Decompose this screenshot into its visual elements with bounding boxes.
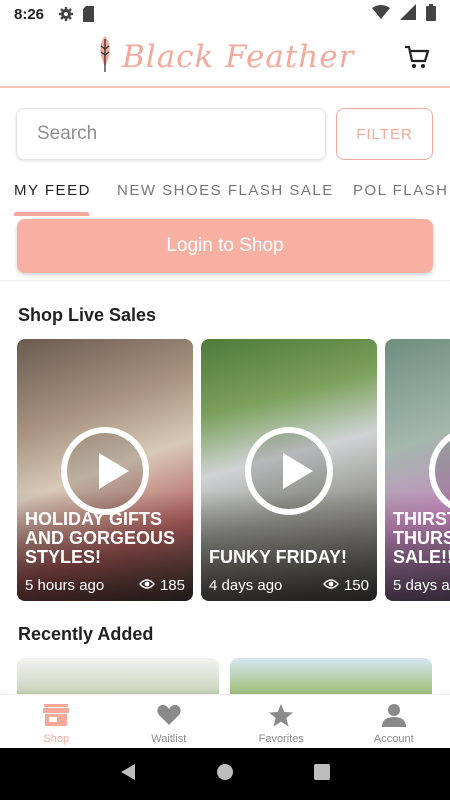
view-count: 185 (138, 577, 185, 594)
nav-shop[interactable]: Shop (0, 695, 113, 748)
play-icon[interactable] (245, 427, 333, 515)
live-sale-title: FUNKY FRIDAY! (209, 547, 348, 567)
sd-card-icon (82, 6, 95, 22)
app-header: Black Feather (0, 28, 450, 88)
nav-account[interactable]: Account (338, 695, 450, 748)
shop-live-sales-title: Shop Live Sales (18, 305, 157, 325)
recent-item-image[interactable] (17, 658, 219, 694)
battery-icon (426, 3, 436, 25)
live-sale-card[interactable]: THIRSTY THURSDAY SALE!!! 5 days ago (385, 339, 450, 601)
recently-added-title: Recently Added (18, 624, 154, 644)
search-placeholder: Search (37, 123, 98, 144)
settings-icon (58, 6, 74, 22)
tab-new-shoes-flash-sale[interactable]: NEW SHOES FLASH SALE (117, 182, 334, 199)
live-sale-card[interactable]: HOLIDAY GIFTS AND GORGEOUS STYLES! 5 hou… (17, 339, 193, 601)
star-icon (268, 703, 294, 733)
filter-button[interactable]: FILTER (336, 108, 433, 160)
live-sale-time: 5 hours ago (25, 577, 105, 594)
live-sale-time: 4 days ago (209, 577, 283, 594)
bottom-nav: Shop Waitlist Favorites Account (0, 694, 450, 748)
view-count: 150 (322, 577, 369, 594)
back-icon[interactable] (119, 763, 137, 786)
wifi-icon (372, 5, 390, 23)
live-sale-title: THIRSTY THURSDAY SALE!!! (393, 509, 450, 567)
feather-icon (98, 36, 112, 77)
recently-added-list[interactable] (17, 658, 450, 694)
nav-waitlist-label: Waitlist (151, 732, 187, 745)
status-bar: 8:26 (0, 0, 450, 28)
live-sale-time: 5 days ago (393, 577, 450, 594)
active-tab-indicator (14, 212, 89, 216)
login-to-shop-button[interactable]: Login to Shop (17, 219, 433, 273)
live-sale-meta: 5 hours ago 185 (25, 577, 185, 594)
eye-icon (138, 577, 156, 594)
feed-tabs: MY FEED NEW SHOES FLASH SALE POL FLASH (0, 176, 450, 216)
brand-logo: Black Feather (98, 36, 354, 77)
brand-name: Black Feather (122, 38, 355, 75)
signal-icon (400, 4, 416, 24)
view-count-value: 185 (159, 577, 185, 594)
nav-favorites[interactable]: Favorites (225, 695, 338, 748)
section-divider (0, 280, 450, 281)
nav-waitlist[interactable]: Waitlist (113, 695, 226, 748)
nav-account-label: Account (373, 732, 414, 745)
heart-icon (156, 703, 182, 733)
recents-icon[interactable] (313, 763, 331, 786)
live-sale-title: HOLIDAY GIFTS AND GORGEOUS STYLES! (25, 509, 176, 567)
system-nav-bar (0, 748, 450, 800)
live-sale-meta: 4 days ago 150 (209, 577, 369, 594)
nav-favorites-label: Favorites (258, 732, 304, 745)
cart-icon (404, 45, 430, 74)
live-sale-meta: 5 days ago (393, 577, 450, 594)
home-icon[interactable] (216, 763, 234, 786)
search-input[interactable]: Search (16, 108, 326, 160)
play-icon[interactable] (61, 427, 149, 515)
cart-button[interactable] (404, 44, 430, 75)
live-sales-carousel[interactable]: HOLIDAY GIFTS AND GORGEOUS STYLES! 5 hou… (17, 339, 450, 601)
store-icon (42, 703, 70, 733)
recent-item-image[interactable] (230, 658, 432, 694)
nav-shop-label: Shop (43, 732, 70, 745)
eye-icon (322, 577, 340, 594)
status-time: 8:26 (14, 5, 45, 23)
live-sale-card[interactable]: FUNKY FRIDAY! 4 days ago 150 (201, 339, 377, 601)
view-count-value: 150 (343, 577, 369, 594)
account-icon (381, 703, 407, 733)
tab-my-feed[interactable]: MY FEED (14, 182, 91, 199)
tab-pol-flash[interactable]: POL FLASH (353, 182, 448, 199)
